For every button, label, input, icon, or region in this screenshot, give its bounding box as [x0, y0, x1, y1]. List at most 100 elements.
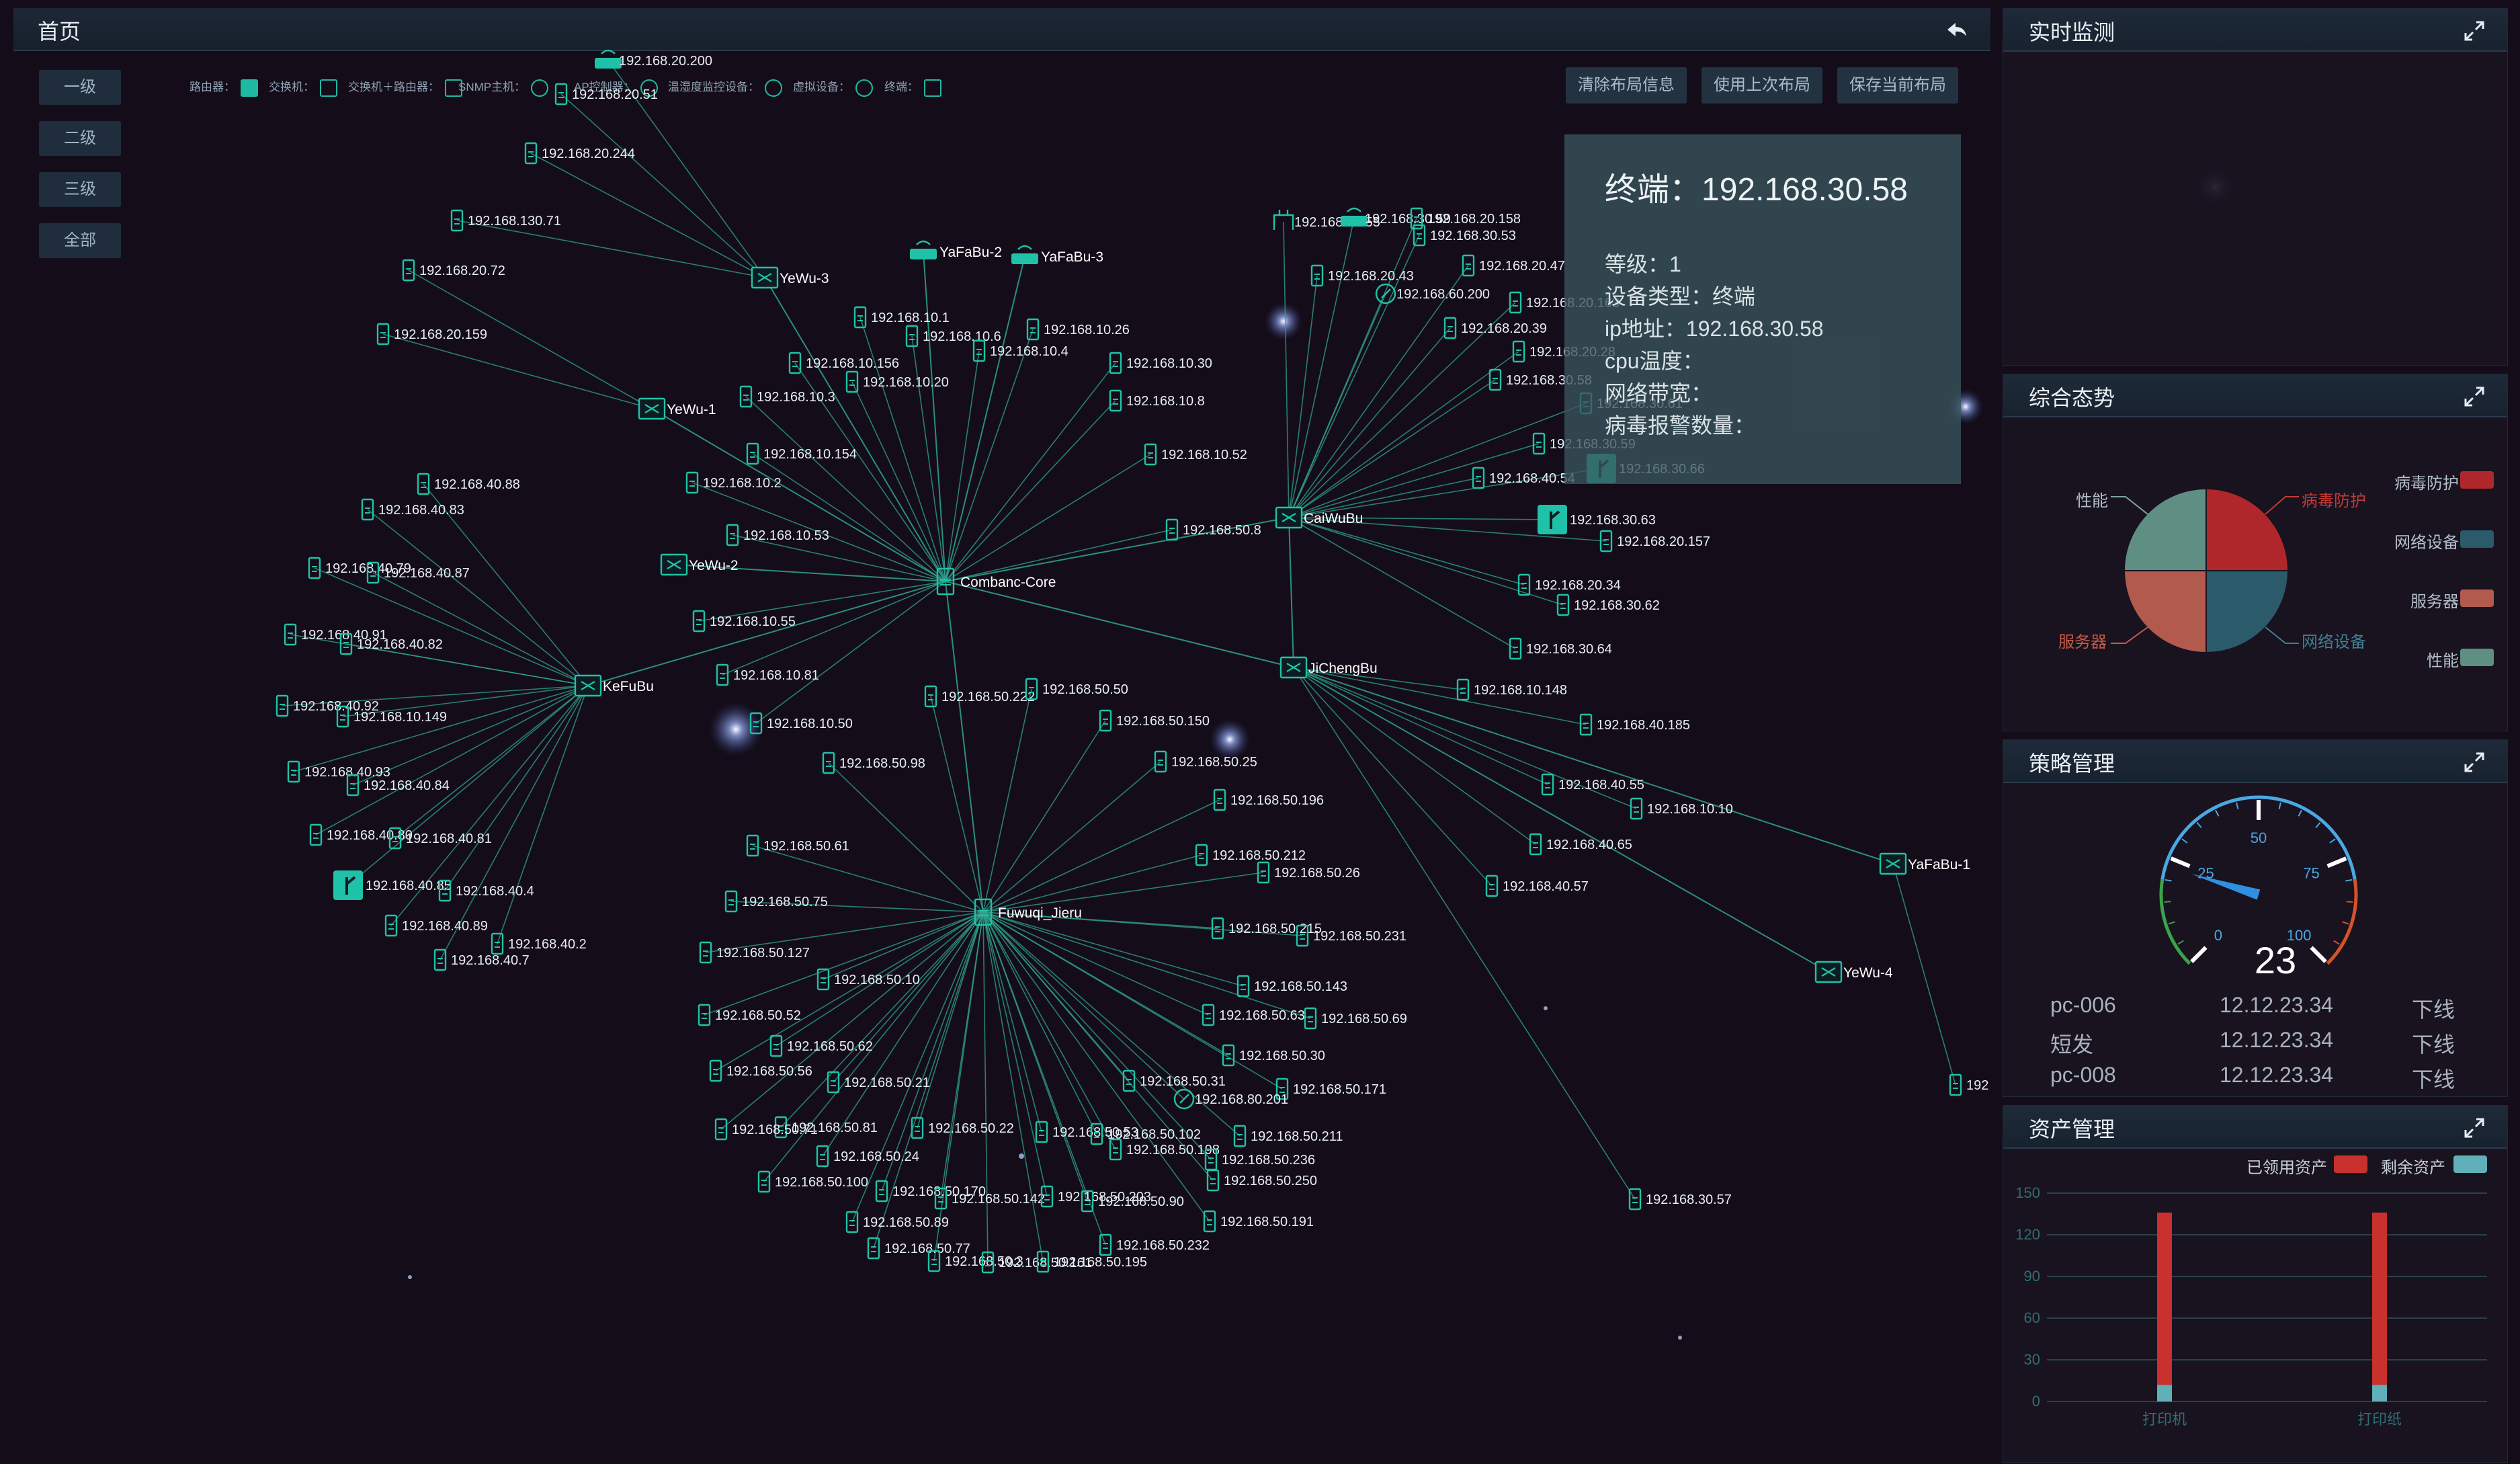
device-node[interactable]: 192.168.50.25 — [1154, 750, 1257, 773]
device-node[interactable]: 192.168.50.142 — [934, 1187, 1045, 1210]
device-node[interactable]: 192.168.40.55 — [1541, 773, 1644, 796]
device-node[interactable]: 192.168.80.201 — [1173, 1088, 1288, 1110]
device-node[interactable]: 192.168.40.185 — [1579, 713, 1690, 736]
device-node[interactable]: 192.168.10.8 — [1109, 389, 1205, 412]
device-node[interactable]: 192.168.20.72 — [402, 259, 505, 282]
device-node[interactable]: 192.168.50.30 — [1222, 1044, 1325, 1067]
device-node[interactable]: 192.168.130.71 — [450, 209, 561, 232]
device-node[interactable]: 192.168.20.200 — [595, 49, 712, 69]
device-node[interactable]: 192.168.40.88 — [417, 473, 520, 495]
hub-yewu2[interactable]: YeWu-2 — [660, 553, 739, 576]
device-node[interactable]: 192.168.10.53 — [726, 524, 829, 546]
device-node[interactable]: 192.168.40.2 — [491, 932, 587, 955]
device-node[interactable]: 192.168.50.24 — [816, 1145, 919, 1168]
device-node[interactable]: 192.168.50.21 — [827, 1071, 930, 1094]
device-node[interactable]: 192.168.10.81 — [716, 663, 819, 686]
device-node[interactable]: 192.168.10.156 — [788, 352, 899, 374]
device-node[interactable]: 192.168.50.127 — [699, 941, 810, 964]
device-node[interactable]: 192.168.10.154 — [746, 442, 857, 465]
device-node[interactable]: 192.168.50.143 — [1236, 975, 1347, 998]
device-node[interactable]: 192.168.50.196 — [1213, 788, 1324, 811]
hub-yafabu1[interactable]: YaFaBu-1 — [1879, 852, 1970, 875]
device-node[interactable]: 192.168.50.71 — [714, 1118, 818, 1141]
device-node[interactable]: 192.168.30.57 — [1628, 1188, 1732, 1211]
device-node[interactable]: 192.168.40.54 — [1472, 466, 1575, 489]
device-node[interactable]: 192.168.20.159 — [376, 323, 487, 345]
device-node[interactable]: 192.168.20.157 — [1599, 530, 1710, 553]
hub-yewu1[interactable]: YeWu-1 — [638, 397, 716, 420]
device-node[interactable]: 192.168.30.53 — [1413, 224, 1516, 247]
hub-yewu4[interactable]: YeWu-4 — [1814, 961, 1893, 983]
device-node[interactable]: 192.168.50.102 — [1090, 1123, 1201, 1145]
device-node[interactable]: 192.168.50.56 — [709, 1059, 812, 1082]
device-node[interactable]: 192.168.10.148 — [1456, 678, 1567, 701]
hub-kefubu[interactable]: KeFuBu — [574, 674, 654, 697]
device-node[interactable]: 192.168.50.100 — [757, 1170, 868, 1193]
expand-icon[interactable] — [2463, 751, 2486, 774]
device-node[interactable]: 192.168.50.63 — [1202, 1004, 1305, 1026]
hub-yewu3[interactable]: YeWu-3 — [751, 266, 829, 289]
device-node[interactable]: 192.168.20.43 — [1310, 264, 1414, 287]
device-node[interactable]: 192.168.50.150 — [1099, 709, 1210, 732]
hub-caiwubu[interactable]: CaiWuBu — [1275, 506, 1363, 529]
device-node[interactable]: 192.168.50.212 — [1195, 844, 1306, 866]
device-node[interactable]: 192.168.10.52 — [1144, 443, 1247, 466]
device-node[interactable]: 192.168.40.85 — [333, 870, 452, 900]
device-node[interactable]: 192.168.10.149 — [336, 705, 447, 728]
strategy-row[interactable]: 短发 12.12.23.34 下线 — [2050, 1028, 2467, 1061]
device-node[interactable]: 192.168.10.30 — [1109, 352, 1212, 374]
device-node[interactable]: 192.168.50.26 — [1257, 861, 1360, 884]
device-node[interactable]: 192.168.50.198 — [1109, 1138, 1220, 1161]
device-node[interactable]: 192.168.40.65 — [1529, 833, 1632, 856]
device-node[interactable]: 192.168.40.57 — [1485, 875, 1589, 897]
hub-jichengbu[interactable]: JiChengBu — [1279, 656, 1378, 679]
device-node[interactable]: 192.168.60.200 — [1375, 283, 1490, 304]
device-node[interactable]: 192.168.50.8 — [1165, 518, 1261, 541]
hub-yafabu3[interactable]: YaFaBu-3 — [1011, 245, 1103, 265]
device-node[interactable]: 192.168.50.61 — [746, 834, 849, 857]
device-node[interactable]: 192.168.50.50 — [1025, 678, 1128, 700]
device-node[interactable]: 192.168.50.215 — [1211, 917, 1322, 940]
device-node[interactable]: 192.168.30.64 — [1509, 637, 1612, 660]
device-node[interactable]: 192.168.50.98 — [822, 751, 925, 774]
strategy-row[interactable]: pc-008 12.12.23.34 下线 — [2050, 1063, 2467, 1096]
device-node[interactable]: 192.168.50.195 — [1036, 1250, 1147, 1273]
device-node[interactable]: 192.168.20.34 — [1517, 573, 1621, 596]
hub-fuwuqi[interactable]: Fuwuqi_Jieru — [974, 898, 1082, 926]
device-node[interactable]: 192.168.20.51 — [554, 83, 658, 106]
device-node[interactable]: 192.168.50.52 — [698, 1004, 801, 1026]
device-node[interactable]: 192.168.50.250 — [1206, 1169, 1317, 1192]
device-node[interactable]: 192.168.50.22 — [911, 1116, 1014, 1139]
device-node[interactable]: 192.168.10.10 — [1630, 797, 1733, 820]
device-node[interactable]: 192.168.20.244 — [524, 142, 635, 165]
device-node[interactable]: 192.168.50.222 — [924, 685, 1035, 708]
hub-yafabu2[interactable]: YaFaBu-2 — [910, 240, 1002, 260]
device-node[interactable]: 192.168.50.89 — [845, 1211, 949, 1233]
device-node[interactable]: 192.168.30.62 — [1556, 594, 1660, 616]
device-node[interactable]: 192.168.20.39 — [1443, 317, 1547, 339]
expand-icon[interactable] — [2463, 19, 2486, 42]
expand-icon[interactable] — [2463, 385, 2486, 408]
device-node[interactable]: 192.168.50.211 — [1233, 1125, 1343, 1147]
device-node[interactable]: 192 — [1949, 1073, 1988, 1096]
device-node[interactable]: 192.168.50.69 — [1304, 1007, 1407, 1030]
strategy-row[interactable]: pc-006 12.12.23.34 下线 — [2050, 993, 2467, 1026]
device-node[interactable]: 192.168.40.89 — [384, 914, 488, 937]
device-node[interactable]: 192.168.50.232 — [1099, 1233, 1210, 1256]
device-node[interactable]: 192.168.50.236 — [1204, 1148, 1315, 1171]
device-node[interactable]: 192.168.10.1 — [853, 306, 950, 329]
device-node[interactable]: 192.168.10.3 — [739, 385, 835, 408]
device-node[interactable]: 192.168.40.4 — [438, 879, 534, 902]
device-node[interactable]: 192.168.50.231 — [1296, 924, 1406, 947]
device-node[interactable]: 192.168.20.158 — [1410, 207, 1521, 230]
device-node[interactable]: 192.168.40.83 — [361, 498, 464, 521]
device-node[interactable]: 192.168.10.20 — [845, 370, 949, 393]
device-node[interactable]: 192.168.40.7 — [433, 948, 530, 971]
device-node[interactable]: 192.168.20.47 — [1462, 254, 1565, 277]
device-node[interactable]: 192.168.10.2 — [685, 471, 782, 494]
expand-icon[interactable] — [2463, 1116, 2486, 1139]
device-node[interactable]: 192.168.10.26 — [1026, 318, 1130, 341]
device-node[interactable]: 192.168.30.63 — [1538, 505, 1656, 534]
device-node[interactable]: 192.168.50.191 — [1203, 1210, 1314, 1233]
device-node[interactable]: 192.168.10.6 — [905, 325, 1001, 348]
